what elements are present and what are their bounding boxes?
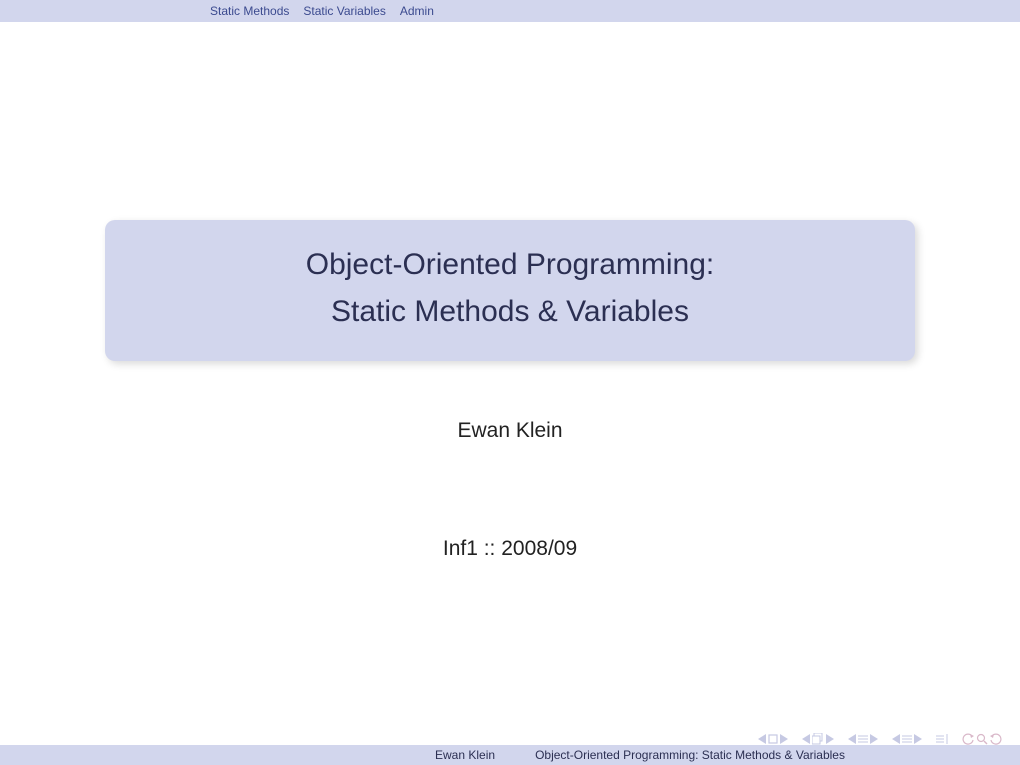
goto-end-icon[interactable] (936, 734, 948, 744)
author-name: Ewan Klein (457, 419, 562, 443)
beamer-nav-controls (758, 733, 1002, 745)
nav-static-methods[interactable]: Static Methods (210, 4, 289, 18)
next-subsection-icon[interactable] (870, 734, 878, 744)
next-section-icon[interactable] (914, 734, 922, 744)
next-frame-icon[interactable] (826, 734, 834, 744)
nav-frame-group (802, 733, 834, 745)
slide-body: Object-Oriented Programming: Static Meth… (0, 22, 1020, 725)
slide-frame-icon[interactable] (768, 734, 778, 744)
prev-subsection-icon[interactable] (848, 734, 856, 744)
footer-bar: Ewan Klein Object-Oriented Programming: … (0, 745, 1020, 765)
section-lines-icon[interactable] (902, 734, 912, 744)
title-line-2: Static Methods & Variables (125, 289, 895, 336)
nav-subsection-group (848, 734, 878, 744)
nav-back-forward-group (962, 733, 1002, 745)
section-nav-bar: Static Methods Static Variables Admin (0, 0, 1020, 22)
prev-frame-icon[interactable] (802, 734, 810, 744)
subsection-lines-icon[interactable] (858, 734, 868, 744)
next-slide-icon[interactable] (780, 734, 788, 744)
title-line-1: Object-Oriented Programming: (125, 242, 895, 289)
footer-title: Object-Oriented Programming: Static Meth… (535, 748, 845, 762)
course-label: Inf1 :: 2008/09 (443, 537, 577, 561)
nav-admin[interactable]: Admin (400, 4, 434, 18)
prev-section-icon[interactable] (892, 734, 900, 744)
redo-icon[interactable] (990, 733, 1002, 745)
undo-icon[interactable] (962, 733, 974, 745)
title-block: Object-Oriented Programming: Static Meth… (105, 220, 915, 361)
search-icon[interactable] (976, 733, 988, 745)
nav-slide-group (758, 734, 788, 744)
footer-author: Ewan Klein (435, 748, 495, 762)
prev-slide-icon[interactable] (758, 734, 766, 744)
nav-section-group (892, 734, 922, 744)
nav-static-variables[interactable]: Static Variables (303, 4, 385, 18)
frame-stack-icon[interactable] (812, 733, 824, 745)
